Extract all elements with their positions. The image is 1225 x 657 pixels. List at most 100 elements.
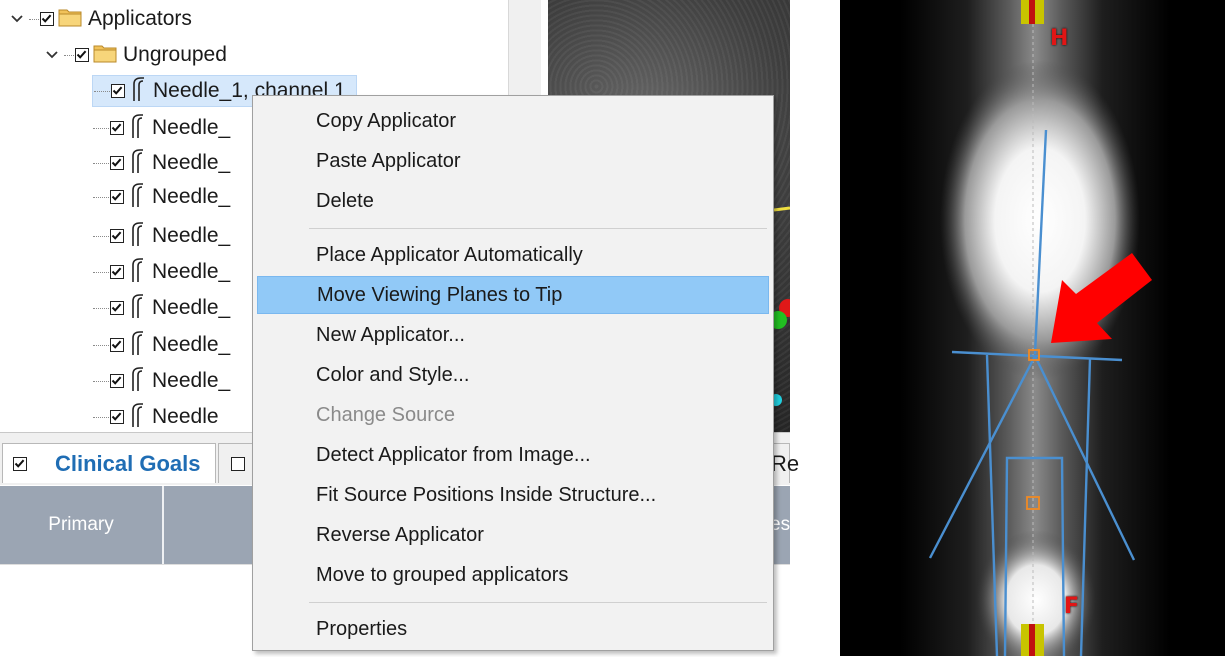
tree-item-folder[interactable]: Applicators xyxy=(10,2,192,36)
applicator-context-menu: Copy Applicator Paste Applicator Delete Pla… xyxy=(252,95,774,651)
menu-item-label: New Applicator... xyxy=(316,323,465,346)
tree-item-applicator[interactable]: Needle xyxy=(92,400,219,432)
tree-connector xyxy=(93,162,109,164)
column-header-primary[interactable]: Primary xyxy=(0,486,164,564)
visibility-checkbox[interactable] xyxy=(40,12,54,26)
menu-item-move-viewing-planes-to-tip[interactable]: Move Viewing Planes to Tip xyxy=(257,276,769,314)
viewer-canvas xyxy=(840,0,1225,656)
tree-connector xyxy=(93,380,109,382)
menu-item-fit-source-positions-inside-structure[interactable]: Fit Source Positions Inside Structure... xyxy=(257,476,769,514)
menu-item-copy-applicator[interactable]: Copy Applicator xyxy=(257,102,769,140)
tree-item-label: Needle_ xyxy=(152,151,231,174)
applicator-view-panel[interactable]: H F xyxy=(840,0,1225,656)
tree-item-applicator[interactable]: Needle_ xyxy=(92,255,230,289)
tree-connector xyxy=(64,54,74,56)
chevron-down-icon[interactable] xyxy=(45,48,59,62)
unchecked-tab-checkbox[interactable] xyxy=(231,456,245,471)
tree-item-applicator[interactable]: Needle_ xyxy=(92,219,230,253)
menu-item-reverse-applicator[interactable]: Reverse Applicator xyxy=(257,516,769,554)
visibility-checkbox[interactable] xyxy=(110,338,124,352)
needle-icon xyxy=(131,76,147,107)
folder-icon xyxy=(93,43,117,68)
tree-item-label: Needle_ xyxy=(152,185,231,208)
tree-item-applicator[interactable]: Needle_ xyxy=(92,328,230,362)
bright-region-top xyxy=(940,60,1140,380)
tree-item-applicator[interactable]: Needle_ xyxy=(92,364,230,398)
yellow-contour-line xyxy=(773,206,790,212)
visibility-checkbox[interactable] xyxy=(110,121,124,135)
tree-item-applicator[interactable]: Needle_ xyxy=(92,146,230,180)
menu-item-label: Delete xyxy=(316,189,374,212)
needle-icon xyxy=(130,113,146,144)
visibility-checkbox[interactable] xyxy=(110,410,124,424)
visibility-checkbox[interactable] xyxy=(110,229,124,243)
menu-separator xyxy=(309,228,767,229)
bottom-red-stripe xyxy=(1029,624,1035,656)
needle-icon xyxy=(130,221,146,252)
visibility-checkbox[interactable] xyxy=(110,301,124,315)
menu-item-move-to-grouped-applicators[interactable]: Move to grouped applicators xyxy=(257,556,769,594)
tree-item-label: Needle_ xyxy=(152,369,231,392)
menu-item-color-and-style[interactable]: Color and Style... xyxy=(257,356,769,394)
menu-item-properties[interactable]: Properties xyxy=(257,610,769,648)
menu-item-label: Move Viewing Planes to Tip xyxy=(317,283,563,306)
menu-separator xyxy=(309,602,767,603)
menu-item-delete[interactable]: Delete xyxy=(257,182,769,220)
needle-icon xyxy=(130,182,146,213)
needle-icon xyxy=(130,257,146,288)
tree-item-label: Applicators xyxy=(88,7,192,30)
tab-clinical-goals[interactable]: Clinical Goals xyxy=(2,443,216,483)
tree-item-label: Ungrouped xyxy=(123,43,227,66)
visibility-checkbox[interactable] xyxy=(110,374,124,388)
menu-item-paste-applicator[interactable]: Paste Applicator xyxy=(257,142,769,180)
column-header-primary-label: Primary xyxy=(48,514,114,535)
menu-item-place-applicator-automatically[interactable]: Place Applicator Automatically xyxy=(257,236,769,274)
visibility-checkbox[interactable] xyxy=(110,265,124,279)
menu-item-label: Detect Applicator from Image... xyxy=(316,443,591,466)
clinical-goals-checkbox[interactable] xyxy=(13,456,27,471)
tree-connector xyxy=(29,18,39,20)
tree-connector xyxy=(93,344,109,346)
foot-marker-label: F xyxy=(1064,594,1080,619)
visibility-checkbox[interactable] xyxy=(110,156,124,170)
tree-connector xyxy=(93,307,109,309)
menu-item-label: Place Applicator Automatically xyxy=(316,243,583,266)
tree-item-label: Needle xyxy=(152,405,219,428)
menu-item-label: Paste Applicator xyxy=(316,149,461,172)
tree-connector xyxy=(94,90,110,92)
tree-item-folder[interactable]: Ungrouped xyxy=(45,38,227,72)
tree-item-applicator[interactable]: Needle_ xyxy=(92,291,230,325)
needle-icon xyxy=(130,293,146,324)
top-red-stripe xyxy=(1029,0,1035,24)
needle-icon xyxy=(130,402,146,433)
tree-item-applicator[interactable]: Needle_ xyxy=(92,111,230,145)
needle-icon xyxy=(130,148,146,179)
visibility-checkbox[interactable] xyxy=(110,190,124,204)
needle-icon xyxy=(130,330,146,361)
tab-partial-right-label: Re xyxy=(771,450,800,476)
menu-item-label: Color and Style... xyxy=(316,363,470,386)
tree-item-label: Needle_ xyxy=(152,116,231,139)
needle-icon xyxy=(130,366,146,397)
chevron-down-icon[interactable] xyxy=(10,12,24,26)
menu-item-label: Copy Applicator xyxy=(316,109,457,132)
tree-item-label: Needle_ xyxy=(152,224,231,247)
tree-item-label: Needle_ xyxy=(152,333,231,356)
tree-connector xyxy=(93,127,109,129)
tree-connector xyxy=(93,416,109,418)
tree-item-applicator[interactable]: Needle_ xyxy=(92,180,230,214)
menu-item-label: Properties xyxy=(316,617,408,640)
tree-item-label: Needle_ xyxy=(152,260,231,283)
head-marker-label: H xyxy=(1050,26,1069,51)
tree-item-label: Needle_ xyxy=(152,296,231,319)
folder-icon xyxy=(58,7,82,32)
tree-connector xyxy=(93,196,109,198)
visibility-checkbox[interactable] xyxy=(111,84,125,98)
menu-item-label: Move to grouped applicators xyxy=(316,563,569,586)
menu-item-label: Fit Source Positions Inside Structure... xyxy=(316,483,657,506)
menu-item-detect-applicator-from-image[interactable]: Detect Applicator from Image... xyxy=(257,436,769,474)
menu-item-new-applicator[interactable]: New Applicator... xyxy=(257,316,769,354)
column-header-second[interactable] xyxy=(166,486,256,564)
visibility-checkbox[interactable] xyxy=(75,48,89,62)
tab-clinical-goals-label: Clinical Goals xyxy=(55,450,201,476)
